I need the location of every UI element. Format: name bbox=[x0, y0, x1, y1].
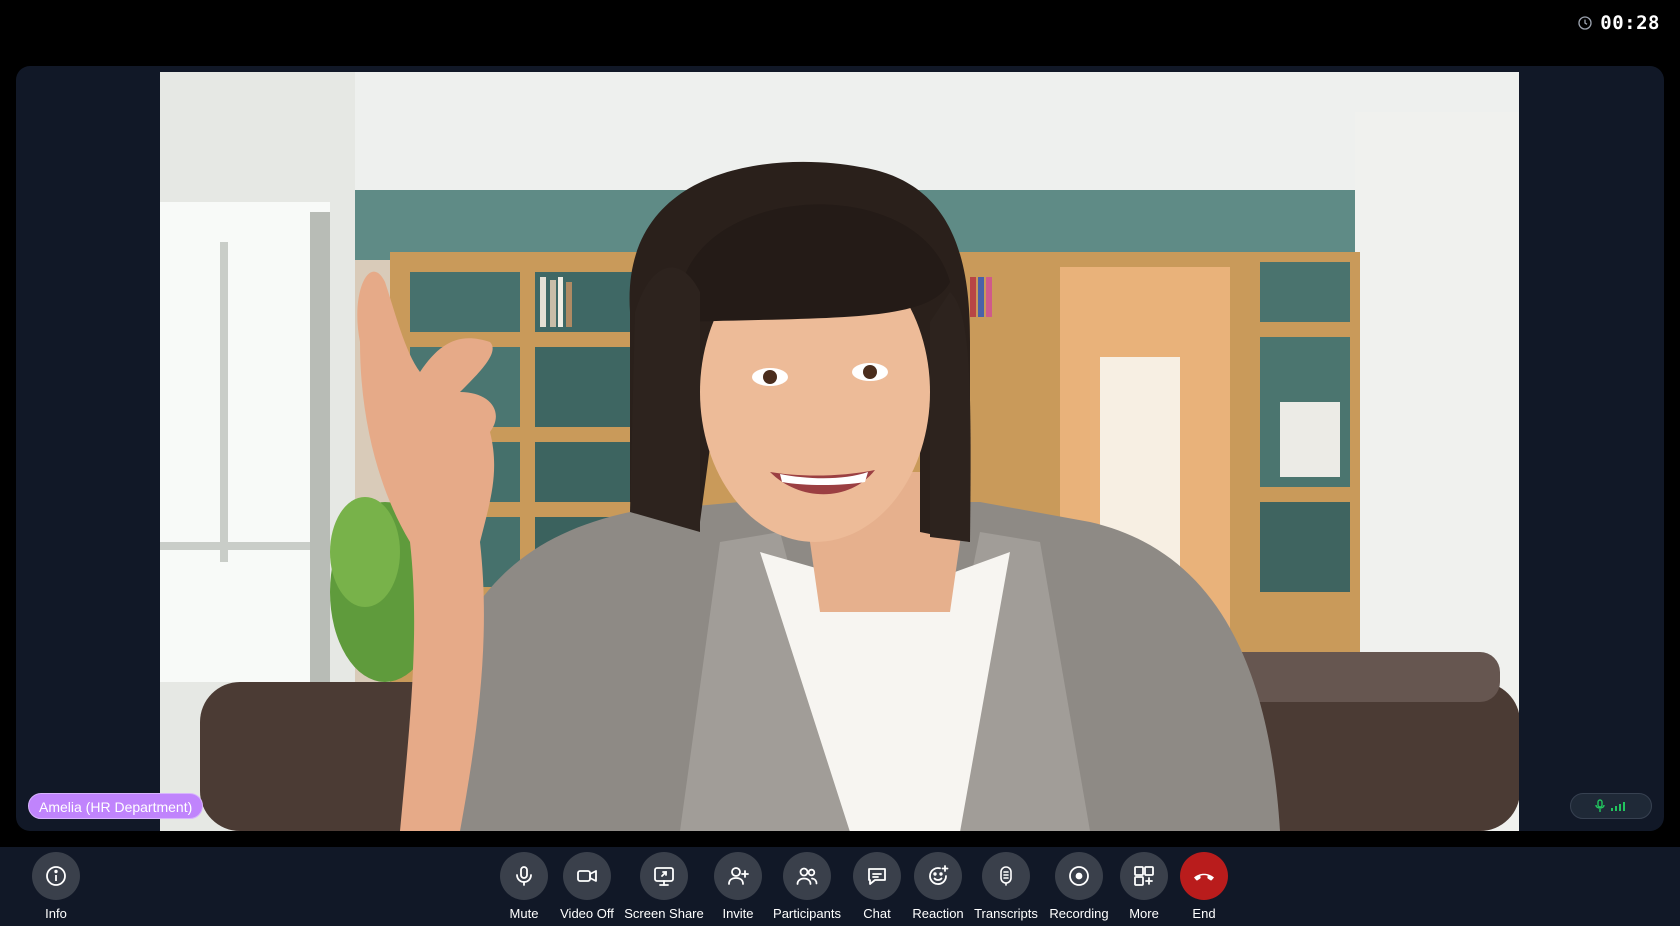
participant-video-feed bbox=[160, 72, 1519, 831]
transcripts-icon bbox=[1000, 866, 1012, 886]
info-button-label: Info bbox=[45, 906, 67, 921]
reaction-button-label: Reaction bbox=[912, 906, 964, 921]
audio-level-indicator bbox=[1570, 793, 1652, 819]
info-button[interactable]: Info bbox=[11, 852, 101, 921]
participants-icon bbox=[796, 867, 818, 885]
chat-button-label: Chat bbox=[863, 906, 891, 921]
end-call-button[interactable]: End bbox=[1159, 852, 1249, 921]
mute-button-label: Mute bbox=[509, 906, 539, 921]
call-timer-text: 00:28 bbox=[1600, 12, 1660, 34]
screen-share-button-label: Screen Share bbox=[624, 906, 704, 921]
invite-button-label: Invite bbox=[722, 906, 754, 921]
clock-icon bbox=[1578, 16, 1592, 30]
call-toolbar: Info Mute Video Off Screen Share Invite … bbox=[0, 847, 1680, 926]
microphone-icon bbox=[516, 866, 532, 886]
video-camera-icon bbox=[577, 870, 597, 882]
more-button-label: More bbox=[1129, 906, 1159, 921]
hang-up-icon bbox=[1194, 873, 1214, 881]
video-stage: Amelia (HR Department) bbox=[16, 66, 1664, 831]
chat-bubble-icon bbox=[868, 868, 886, 885]
transcripts-button-label: Transcripts bbox=[974, 906, 1038, 921]
add-reaction-icon bbox=[929, 865, 949, 885]
call-timer: 00:28 bbox=[1577, 12, 1660, 34]
participants-button-label: Participants bbox=[773, 906, 841, 921]
record-icon bbox=[1069, 866, 1089, 886]
microphone-icon bbox=[1595, 799, 1605, 812]
participant-name-tag: Amelia (HR Department) bbox=[28, 793, 204, 819]
add-user-icon bbox=[728, 867, 749, 885]
signal-bars-icon bbox=[1611, 802, 1625, 811]
video-call-window: 00:28 Amelia (HR Department) Info Mute V… bbox=[0, 0, 1680, 926]
more-apps-icon bbox=[1134, 866, 1154, 886]
screen-share-icon bbox=[654, 867, 674, 886]
participant-video[interactable] bbox=[160, 72, 1519, 831]
video-off-button-label: Video Off bbox=[560, 906, 614, 921]
end-call-button-label: End bbox=[1192, 906, 1216, 921]
info-icon bbox=[46, 866, 66, 886]
